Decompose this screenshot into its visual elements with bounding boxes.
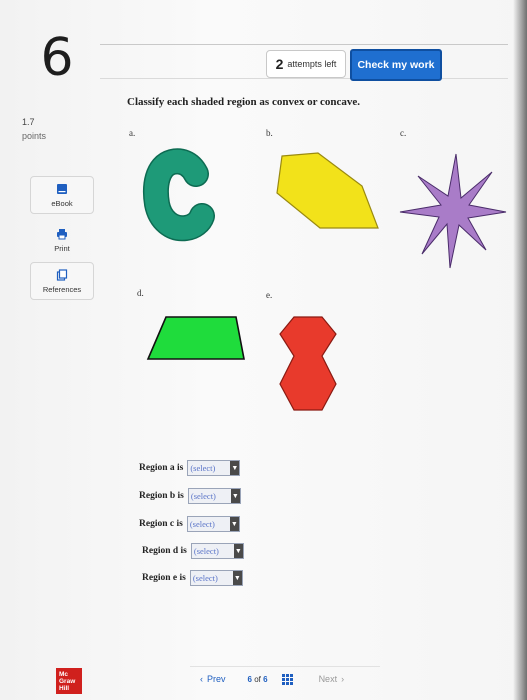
sidebar-item-print[interactable]: Print xyxy=(30,221,94,259)
answer-label: Region b is xyxy=(139,491,184,501)
answer-row-c: Region c is (select) ▼ xyxy=(139,516,240,532)
shape-c-fill xyxy=(399,153,507,269)
chevron-right-icon: › xyxy=(341,674,345,684)
region-c-select[interactable]: (select) ▼ xyxy=(186,516,240,532)
page-counter: 6 of 6 xyxy=(248,675,268,684)
dropdown-arrow-icon: ▼ xyxy=(230,461,240,475)
chevron-left-icon: ‹ xyxy=(200,674,203,684)
points-label: points xyxy=(22,131,47,141)
page-current: 6 xyxy=(247,674,252,684)
shape-label-a: a. xyxy=(129,128,136,138)
select-value: (select) xyxy=(189,519,215,529)
book-icon xyxy=(57,183,67,194)
shape-d-trapezoid xyxy=(146,316,245,360)
attempts-label: attempts left xyxy=(287,59,337,69)
shape-label-d: d. xyxy=(137,288,144,298)
region-e-select[interactable]: (select) ▼ xyxy=(189,570,243,586)
points-value: 1.7 xyxy=(22,117,35,127)
answer-row-a: Region a is (select) ▼ xyxy=(139,460,241,476)
shape-label-c: c. xyxy=(400,128,407,138)
question-number: 6 xyxy=(40,28,74,88)
references-icon xyxy=(56,268,68,281)
next-label: Next xyxy=(318,674,338,684)
right-edge-shadow xyxy=(513,0,527,700)
next-button[interactable]: Next › xyxy=(319,674,345,684)
screen: 6 2 attempts left Check my work 1.7 poin… xyxy=(0,0,527,700)
logo-line: Mc xyxy=(59,670,69,678)
answer-row-d: Region d is (select) ▼ xyxy=(142,543,244,559)
dropdown-arrow-icon: ▼ xyxy=(232,571,242,585)
select-value: (select) xyxy=(190,463,216,473)
shape-b-hexagon xyxy=(276,152,379,229)
dropdown-arrow-icon: ▼ xyxy=(229,517,239,531)
region-a-select[interactable]: (select) ▼ xyxy=(187,460,241,476)
check-my-work-button[interactable]: Check my work xyxy=(350,49,442,81)
header-divider xyxy=(100,44,508,45)
shape-d-fill xyxy=(146,316,245,360)
shape-a-c xyxy=(142,148,215,242)
region-d-select[interactable]: (select) ▼ xyxy=(190,543,244,559)
dropdown-arrow-icon: ▼ xyxy=(230,489,240,503)
shape-e-hourglass xyxy=(279,316,337,411)
footer-divider xyxy=(190,666,380,667)
select-value: (select) xyxy=(190,491,216,501)
printer-icon xyxy=(57,228,67,239)
prev-button[interactable]: ‹ Prev xyxy=(200,674,226,684)
answer-label: Region e is xyxy=(142,573,186,583)
mcgraw-hill-logo: Mc Graw Hill xyxy=(56,668,82,694)
question-prompt: Classify each shaded region as convex or… xyxy=(127,96,361,108)
sidebar-item-label: References xyxy=(42,284,82,294)
logo-line: Hill xyxy=(59,684,70,692)
page-of: of xyxy=(254,674,261,684)
sidebar-item-label: eBook xyxy=(51,198,73,208)
page-total: 6 xyxy=(263,674,268,684)
shape-c-star xyxy=(399,153,507,269)
shape-b-fill xyxy=(276,152,379,229)
shape-label-b: b. xyxy=(266,128,273,138)
prev-label: Prev xyxy=(207,674,226,684)
sidebar-item-label: Print xyxy=(54,243,70,253)
shape-e-fill xyxy=(279,316,337,411)
attempts-count: 2 xyxy=(275,56,284,72)
select-value: (select) xyxy=(192,573,218,583)
dropdown-arrow-icon: ▼ xyxy=(233,544,243,558)
answer-row-e: Region e is (select) ▼ xyxy=(142,570,243,586)
answer-label: Region a is xyxy=(139,463,184,473)
answer-label: Region c is xyxy=(139,519,183,529)
grid-icon[interactable] xyxy=(281,673,293,685)
region-b-select[interactable]: (select) ▼ xyxy=(187,488,241,504)
shape-label-e: e. xyxy=(266,290,273,300)
shape-a-fill xyxy=(144,149,214,240)
answer-label: Region d is xyxy=(142,546,187,556)
header-divider-bottom xyxy=(100,78,508,79)
sidebar-item-references[interactable]: References xyxy=(30,262,94,300)
attempts-indicator: 2 attempts left xyxy=(266,50,346,78)
logo-line: Graw xyxy=(59,677,76,685)
sidebar-item-ebook[interactable]: eBook xyxy=(30,176,94,214)
select-value: (select) xyxy=(193,546,219,556)
question-navigation: ‹ Prev 6 of 6 Next › xyxy=(190,668,380,690)
answer-row-b: Region b is (select) ▼ xyxy=(139,488,241,504)
